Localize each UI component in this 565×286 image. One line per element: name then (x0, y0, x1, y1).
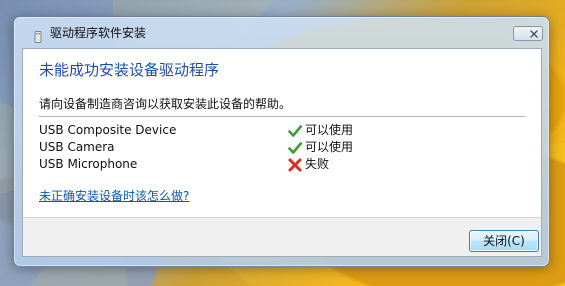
title-bar[interactable]: 驱动程序软件安装 (14, 17, 549, 49)
usb-device-icon (33, 28, 43, 43)
divider (39, 116, 525, 117)
main-instruction: 未能成功安装设备驱动程序 (39, 61, 220, 79)
instruction-text: 请向设备制造商咨询以获取安装此设备的帮助。 (39, 97, 292, 111)
device-status: 可以使用 (287, 139, 353, 156)
device-name: USB Microphone (39, 157, 138, 171)
device-status: 失败 (287, 156, 329, 173)
close-button[interactable]: 关闭(C) (469, 230, 539, 252)
device-name: USB Composite Device (39, 123, 177, 137)
device-status-label: 可以使用 (305, 123, 354, 137)
device-row: USB Composite Device 可以使用 (39, 122, 525, 139)
footer-divider (23, 217, 541, 218)
check-icon (287, 140, 303, 156)
dialog-client-area: 未能成功安装设备驱动程序 请向设备制造商咨询以获取安装此设备的帮助。 USB C… (22, 48, 542, 257)
device-status-label: 可以使用 (305, 140, 354, 154)
help-link[interactable]: 未正确安装设备时该怎么做? (39, 189, 189, 203)
error-x-icon (287, 157, 303, 173)
device-name: USB Camera (39, 140, 115, 154)
device-row: USB Microphone 失败 (39, 156, 525, 173)
dialog-title: 驱动程序软件安装 (50, 26, 147, 40)
device-row: USB Camera 可以使用 (39, 139, 525, 156)
close-window-button[interactable] (513, 26, 543, 41)
close-icon (520, 29, 548, 44)
driver-install-dialog: 驱动程序软件安装 未能成功安装设备驱动程序 请向设备制造商咨询以获取安装此设备的… (13, 16, 550, 267)
device-list: USB Composite Device 可以使用 USB Camera 可以使… (39, 122, 525, 173)
check-icon (287, 123, 303, 139)
device-status-label: 失败 (305, 157, 330, 171)
dialog-content-panel: 未能成功安装设备驱动程序 请向设备制造商咨询以获取安装此设备的帮助。 USB C… (23, 49, 541, 217)
device-status: 可以使用 (287, 122, 353, 139)
